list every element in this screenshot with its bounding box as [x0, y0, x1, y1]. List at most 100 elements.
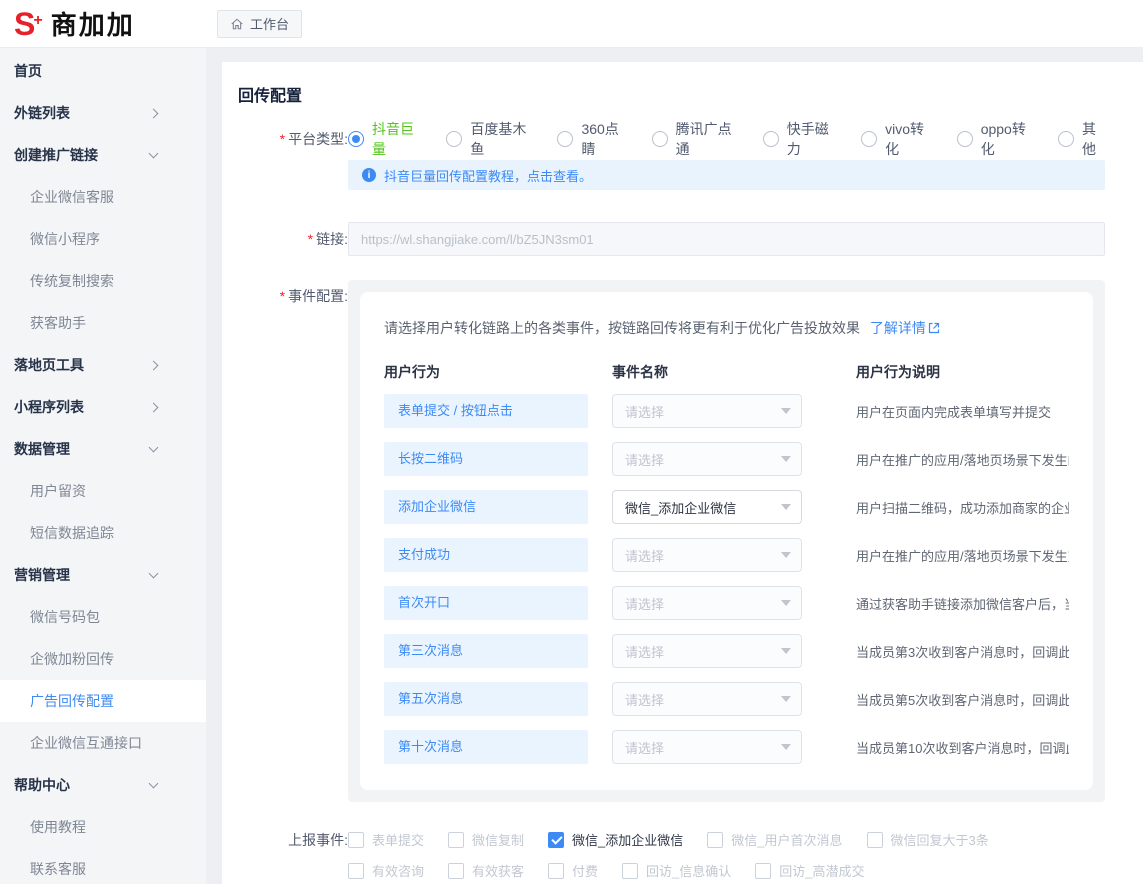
sidebar-item[interactable]: 传统复制搜索 — [0, 260, 206, 302]
report-checkbox[interactable]: 回访_高潜成交 — [755, 861, 864, 880]
sidebar-item[interactable]: 小程序列表 — [0, 386, 206, 428]
report-events-row: 上报事件: 表单提交微信复制微信_添加企业微信微信_用户首次消息微信回复大于3条… — [238, 830, 1143, 880]
report-checkbox[interactable]: 微信_添加企业微信 — [548, 830, 683, 849]
platform-radio[interactable]: 快手磁力 — [763, 119, 835, 159]
sidebar-item[interactable]: 外链列表 — [0, 92, 206, 134]
workspace-tab[interactable]: 工作台 — [217, 10, 302, 38]
event-name-select[interactable]: 微信_添加企业微信 — [612, 490, 802, 524]
radio-label: 360点睛 — [581, 119, 625, 159]
sidebar-item-label: 广告回传配置 — [30, 691, 114, 711]
platform-radio[interactable]: 其他 — [1058, 119, 1105, 159]
radio-icon — [861, 131, 877, 147]
config-form: *平台类型: 抖音巨量百度基木鱼360点睛腾讯广点通快手磁力vivo转化oppo… — [238, 128, 1143, 880]
behavior-chip[interactable]: 第五次消息 — [384, 682, 588, 716]
checkbox-label: 微信复制 — [472, 830, 524, 849]
event-row: 长按二维码请选择用户在推广的应用/落地页场景下发生的... — [384, 442, 1069, 476]
event-name-select[interactable]: 请选择 — [612, 442, 802, 476]
sidebar-item[interactable]: 广告回传配置 — [0, 680, 206, 722]
event-row: 首次开口请选择通过获客助手链接添加微信客户后，当微... — [384, 586, 1069, 620]
event-row: 添加企业微信微信_添加企业微信用户扫描二维码，成功添加商家的企业微信 — [384, 490, 1069, 524]
sidebar-item[interactable]: 营销管理 — [0, 554, 206, 596]
report-checkbox[interactable]: 付费 — [548, 861, 598, 880]
report-checkbox[interactable]: 有效咨询 — [348, 861, 424, 880]
event-row: 第十次消息请选择当成员第10次收到客户消息时，回调此事... — [384, 730, 1069, 764]
sidebar-item[interactable]: 联系客服 — [0, 848, 206, 884]
behavior-chip[interactable]: 第三次消息 — [384, 634, 588, 668]
event-config-row: *事件配置: 请选择用户转化链路上的各类事件，按链路回传将更有利于优化广告投放效… — [238, 280, 1143, 802]
behavior-chip[interactable]: 第十次消息 — [384, 730, 588, 764]
checkbox-label: 有效获客 — [472, 861, 524, 880]
event-name-select[interactable]: 请选择 — [612, 394, 802, 428]
chevron-right-icon — [149, 108, 159, 118]
sidebar-item[interactable]: 微信号码包 — [0, 596, 206, 638]
sidebar-item[interactable]: 获客助手 — [0, 302, 206, 344]
event-name-select[interactable]: 请选择 — [612, 586, 802, 620]
behavior-description: 用户在推广的应用/落地页场景下发生交... — [826, 546, 1069, 565]
report-checkbox[interactable]: 微信_用户首次消息 — [707, 830, 842, 849]
behavior-chip[interactable]: 首次开口 — [384, 586, 588, 620]
caret-down-icon — [781, 552, 791, 558]
behavior-description: 当成员第5次收到客户消息时，回调此事... — [826, 690, 1069, 709]
sidebar-item[interactable]: 创建推广链接 — [0, 134, 206, 176]
behavior-chip[interactable]: 支付成功 — [384, 538, 588, 572]
platform-radio[interactable]: 百度基木鱼 — [446, 119, 531, 159]
platform-radio[interactable]: 抖音巨量 — [348, 119, 420, 159]
sidebar-item[interactable]: 微信小程序 — [0, 218, 206, 260]
sidebar-item[interactable]: 首页 — [0, 50, 206, 92]
behavior-chip[interactable]: 表单提交 / 按钮点击 — [384, 394, 588, 428]
platform-radio[interactable]: 腾讯广点通 — [652, 119, 737, 159]
sidebar-item[interactable]: 企微加粉回传 — [0, 638, 206, 680]
event-name-select[interactable]: 请选择 — [612, 730, 802, 764]
radio-icon — [348, 131, 364, 147]
sidebar-item-label: 传统复制搜索 — [30, 271, 114, 291]
platform-radio[interactable]: 360点睛 — [557, 119, 625, 159]
event-name-select[interactable]: 请选择 — [612, 538, 802, 572]
report-checkbox[interactable]: 微信复制 — [448, 830, 524, 849]
event-row: 表单提交 / 按钮点击请选择用户在页面内完成表单填写并提交 — [384, 394, 1069, 428]
caret-down-icon — [781, 648, 791, 654]
link-input[interactable] — [348, 222, 1105, 256]
platform-radio[interactable]: vivo转化 — [861, 119, 931, 159]
app-window: S+ 商加加 工作台 首页外链列表创建推广链接企业微信客服微信小程序传统复制搜索… — [0, 0, 1143, 884]
sidebar-item-label: 使用教程 — [30, 817, 86, 837]
sidebar-item[interactable]: 数据管理 — [0, 428, 206, 470]
report-checkbox[interactable]: 有效获客 — [448, 861, 524, 880]
chevron-down-icon — [149, 779, 159, 789]
sidebar-item[interactable]: 落地页工具 — [0, 344, 206, 386]
sidebar-item[interactable]: 企业微信客服 — [0, 176, 206, 218]
select-value: 微信_添加企业微信 — [625, 498, 781, 517]
behavior-chip[interactable]: 长按二维码 — [384, 442, 588, 476]
behavior-chip[interactable]: 添加企业微信 — [384, 490, 588, 524]
sidebar-item-label: 联系客服 — [30, 859, 86, 879]
event-row: 支付成功请选择 用户在推广的应用/落地页场景下发生交... — [384, 538, 1069, 572]
radio-icon — [957, 131, 973, 147]
workspace-tab-label: 工作台 — [250, 14, 289, 33]
column-header-description: 用户行为说明 — [826, 362, 1069, 382]
event-name-select[interactable]: 请选择 — [612, 634, 802, 668]
platform-radio-group: 抖音巨量百度基木鱼360点睛腾讯广点通快手磁力vivo转化oppo转化其他 — [348, 128, 1105, 150]
event-name-select[interactable]: 请选择 — [612, 682, 802, 716]
chevron-down-icon — [149, 569, 159, 579]
sidebar-item-label: 营销管理 — [14, 565, 70, 585]
report-checkbox[interactable]: 微信回复大于3条 — [867, 830, 989, 849]
sidebar-item[interactable]: 使用教程 — [0, 806, 206, 848]
checkbox-icon — [348, 832, 364, 848]
report-checkbox[interactable]: 表单提交 — [348, 830, 424, 849]
caret-down-icon — [781, 408, 791, 414]
platform-radio[interactable]: oppo转化 — [957, 119, 1032, 159]
app-logo[interactable]: S+ 商加加 — [0, 5, 206, 42]
learn-more-link[interactable]: 了解详情 — [870, 318, 940, 338]
link-value — [348, 222, 1105, 256]
event-table-header: 用户行为 事件名称 用户行为说明 — [384, 362, 1069, 382]
sidebar-item[interactable]: 用户留资 — [0, 470, 206, 512]
sidebar-item[interactable]: 短信数据追踪 — [0, 512, 206, 554]
tutorial-notice[interactable]: i 抖音巨量回传配置教程，点击查看。 — [348, 160, 1105, 190]
select-value: 请选择 — [625, 450, 781, 469]
report-checkbox[interactable]: 回访_信息确认 — [622, 861, 731, 880]
sidebar-item[interactable]: 企业微信互通接口 — [0, 722, 206, 764]
chevron-right-icon — [149, 402, 159, 412]
behavior-description: 当成员第3次收到客户消息时，回调此事... — [826, 642, 1069, 661]
events-intro: 请选择用户转化链路上的各类事件，按链路回传将更有利于优化广告投放效果 了解详情 — [384, 318, 1069, 338]
sidebar-item[interactable]: 帮助中心 — [0, 764, 206, 806]
learn-more-label: 了解详情 — [870, 318, 926, 338]
